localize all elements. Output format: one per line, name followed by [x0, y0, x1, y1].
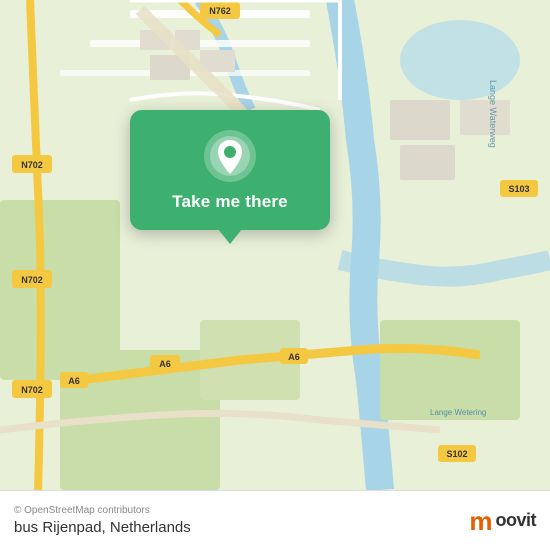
map-background: N702 N702 N702 N762 A6 A6 A6 S103 S102 [0, 0, 550, 490]
svg-text:N702: N702 [21, 275, 43, 285]
copyright-text: © OpenStreetMap contributors [14, 505, 191, 516]
svg-text:S103: S103 [508, 184, 529, 194]
footer-bar: © OpenStreetMap contributors bus Rijenpa… [0, 490, 550, 550]
svg-text:Lange Waterweg: Lange Waterweg [488, 80, 498, 148]
footer-left: © OpenStreetMap contributors bus Rijenpa… [14, 505, 191, 536]
svg-text:Lange Wetering: Lange Wetering [430, 408, 486, 417]
svg-text:N762: N762 [209, 6, 231, 16]
location-name: bus Rijenpad, Netherlands [14, 519, 191, 536]
moovit-m-icon: m [469, 508, 492, 534]
location-pin-icon [204, 130, 256, 182]
svg-text:S102: S102 [446, 449, 467, 459]
svg-text:N702: N702 [21, 160, 43, 170]
svg-text:A6: A6 [159, 359, 171, 369]
popup-card[interactable]: Take me there [130, 110, 330, 230]
svg-text:A6: A6 [288, 352, 300, 362]
take-me-there-button[interactable]: Take me there [172, 192, 288, 212]
svg-text:N702: N702 [21, 385, 43, 395]
moovit-logo: m oovit [469, 508, 536, 534]
moovit-wordmark: oovit [496, 510, 537, 531]
svg-text:A6: A6 [68, 376, 80, 386]
map-container: N702 N702 N702 N762 A6 A6 A6 S103 S102 [0, 0, 550, 490]
